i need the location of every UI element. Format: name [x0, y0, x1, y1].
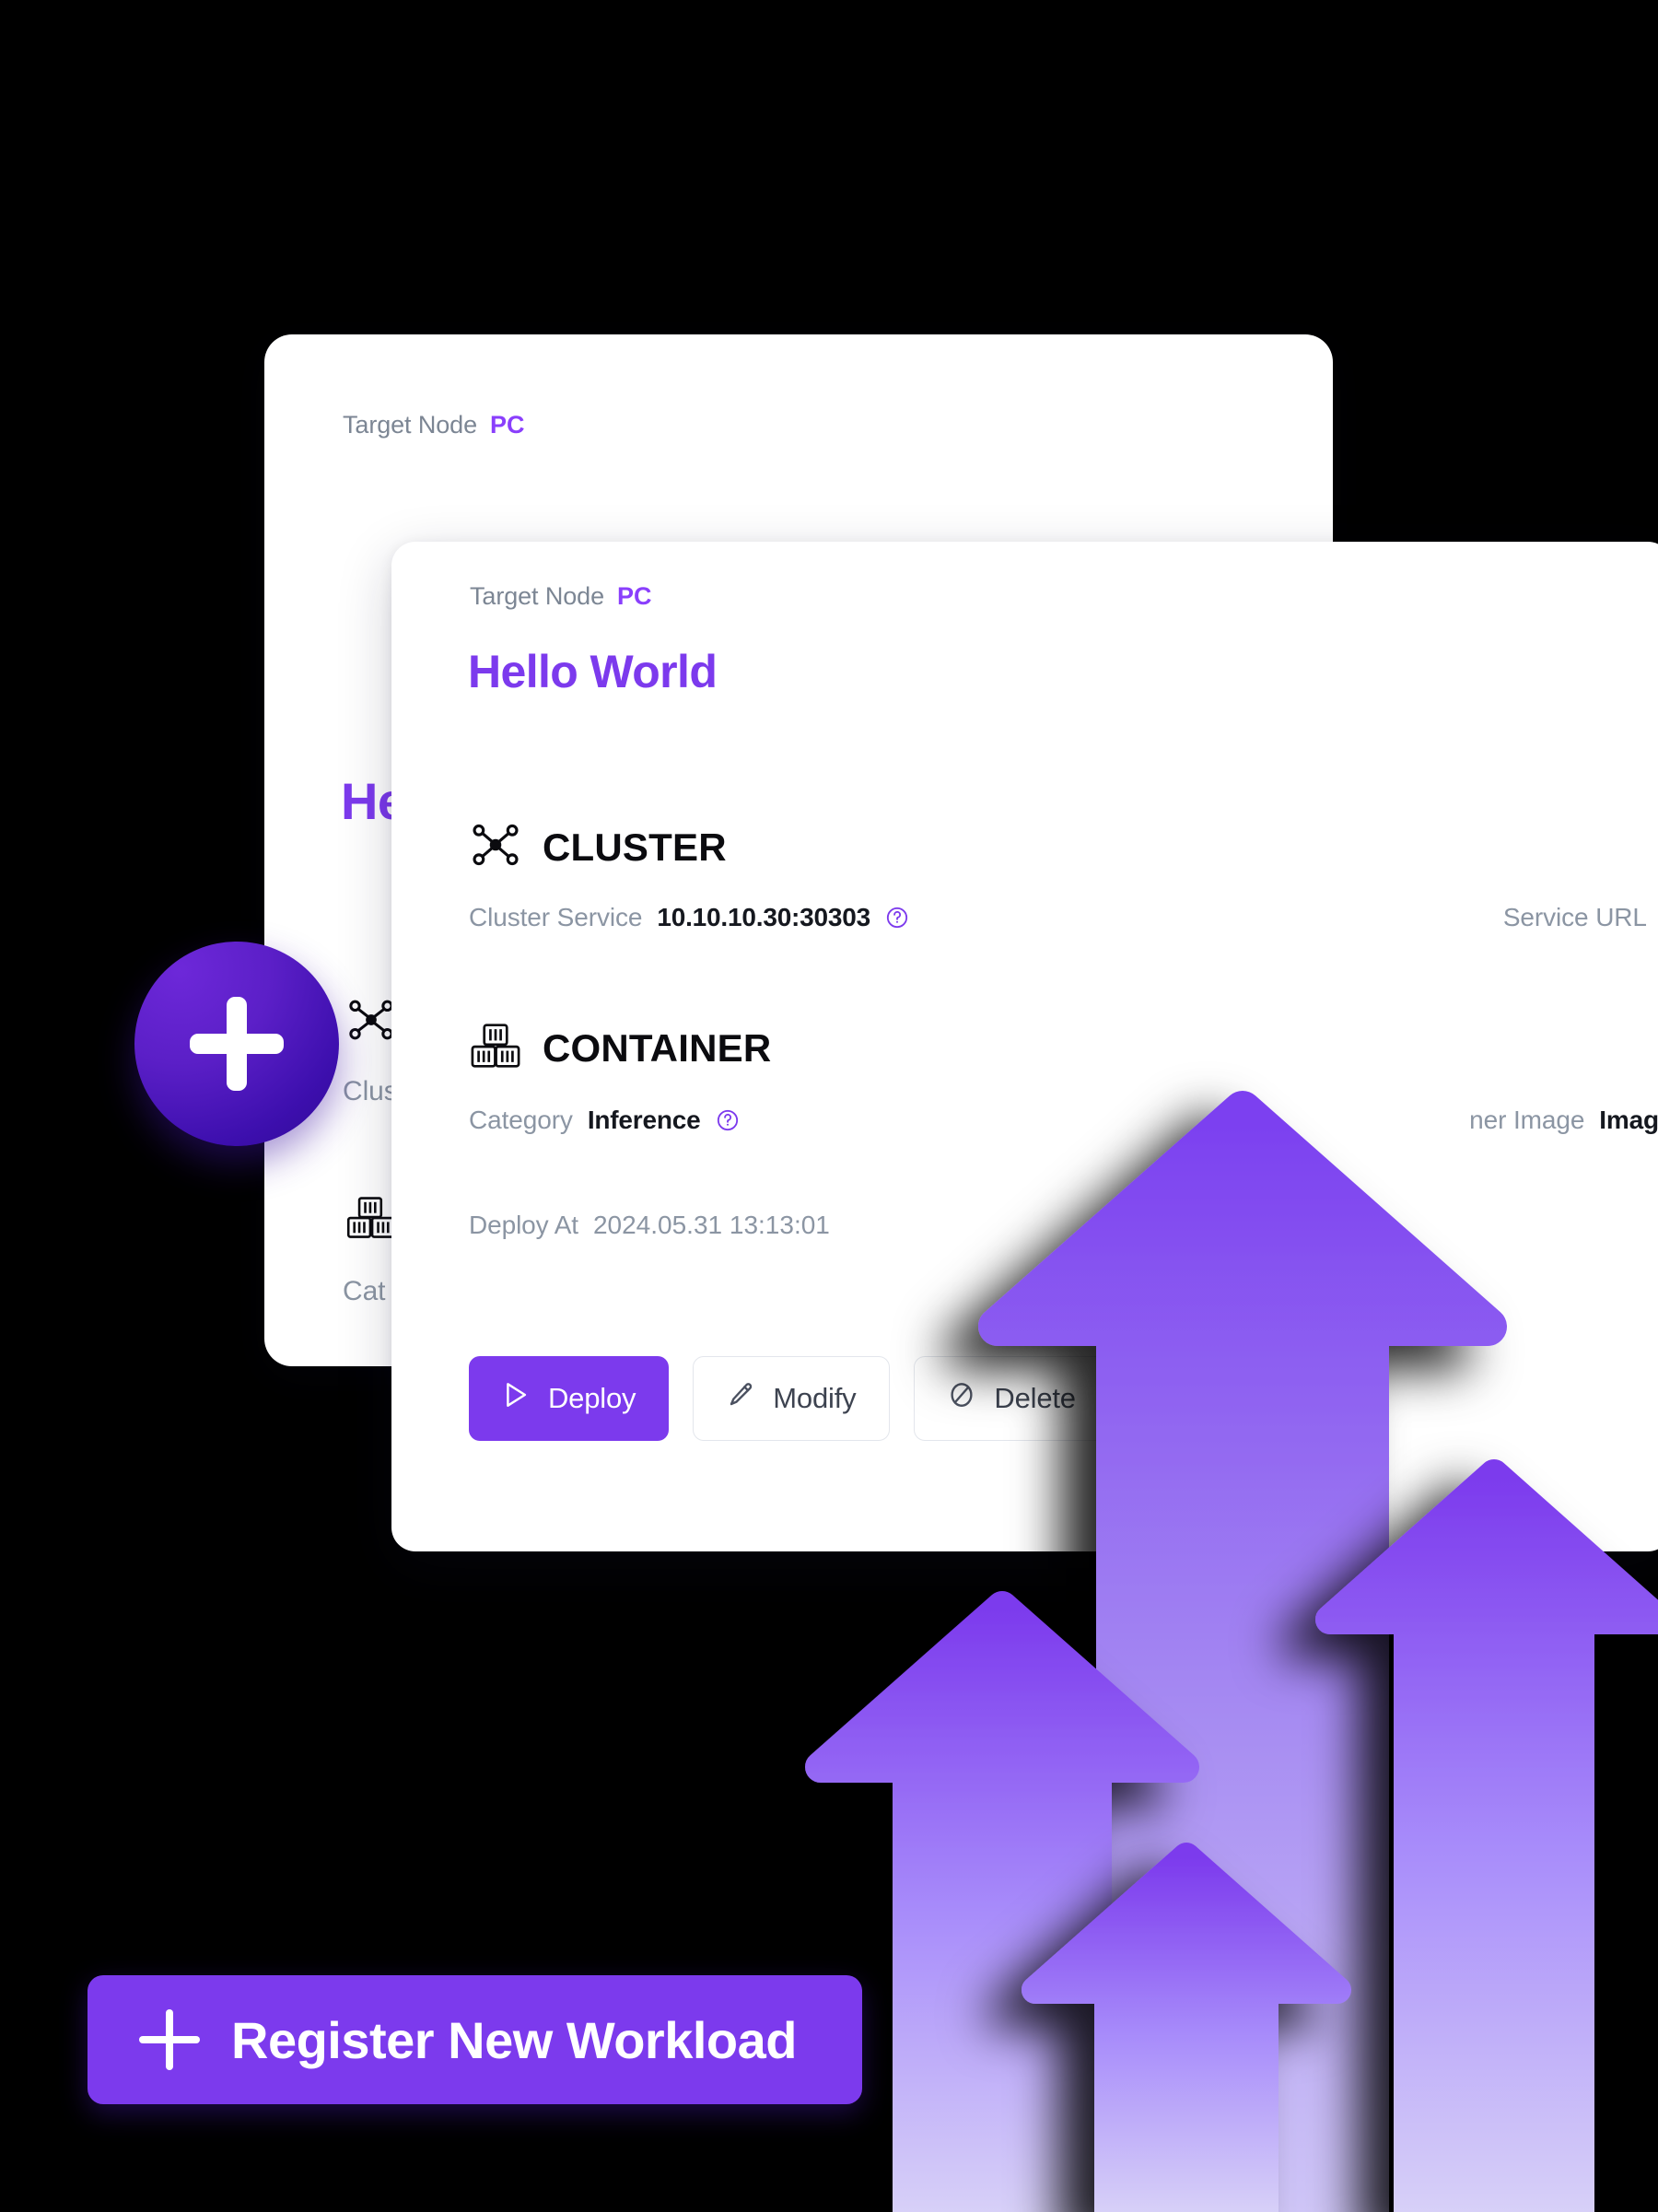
pencil-icon: [727, 1381, 754, 1416]
card-action-buttons: Deploy Modify Delete: [469, 1356, 1110, 1441]
back-target-node-row: Target Node PC: [343, 411, 525, 439]
front-target-node-value: PC: [617, 582, 652, 610]
deploy-button-label: Deploy: [548, 1382, 636, 1414]
container-image-value: Image/Web11: [1599, 1106, 1658, 1134]
category-value: Inference: [587, 1106, 701, 1134]
cluster-heading-text: CLUSTER: [543, 825, 727, 869]
container-heading-text: CONTAINER: [543, 1025, 772, 1070]
modify-button-label: Modify: [773, 1382, 857, 1414]
delete-button[interactable]: Delete: [914, 1356, 1110, 1441]
category-label: Category: [469, 1106, 573, 1134]
arrow-short-front: [1022, 1843, 1351, 2212]
front-card-title: Hello World: [468, 646, 718, 697]
cluster-service-field: Cluster Service 10.10.10.30:30303: [469, 903, 909, 932]
ban-circle-icon: [948, 1381, 975, 1416]
help-circle-icon[interactable]: [885, 906, 909, 930]
arrow-right: [1315, 1459, 1658, 2212]
register-new-workload-label: Register New Workload: [231, 2010, 797, 2069]
service-url-label: Service URL: [1502, 903, 1647, 931]
back-cluster-icon: [345, 994, 397, 1050]
container-image-field: ner Image Image/Web11: [1469, 1106, 1658, 1135]
back-container-icon: [345, 1193, 397, 1246]
back-target-node-value: PC: [490, 411, 525, 439]
modify-button[interactable]: Modify: [693, 1356, 891, 1441]
workload-card-front[interactable]: Target Node PC Hello World CLUSTER Clust…: [391, 542, 1658, 1551]
arrow-medium-left: [805, 1591, 1199, 2212]
help-circle-icon[interactable]: [716, 1108, 740, 1132]
cluster-service-value: 10.10.10.30:30303: [657, 903, 871, 931]
deploy-button[interactable]: Deploy: [469, 1356, 670, 1441]
cluster-section-heading: CLUSTER: [469, 818, 727, 876]
delete-button-label: Delete: [994, 1382, 1076, 1414]
deploy-at-label: Deploy At: [469, 1211, 578, 1239]
composition-stage: Target Node PC Hello World Clus: [0, 0, 1658, 2212]
cluster-network-icon: [469, 818, 522, 876]
front-target-node-row: Target Node PC: [470, 582, 652, 611]
add-workload-fab[interactable]: [134, 942, 339, 1146]
front-card-content: Target Node PC Hello World CLUSTER Clust…: [391, 542, 1658, 1551]
register-new-workload-button[interactable]: Register New Workload: [88, 1975, 862, 2104]
plus-icon: [190, 997, 284, 1091]
service-url-field: Service URL https://c: [1503, 903, 1658, 932]
plus-icon: [139, 2009, 200, 2070]
container-image-label: ner Image: [1469, 1106, 1585, 1134]
back-target-node-label: Target Node: [343, 411, 477, 439]
deploy-at-row: Deploy At 2024.05.31 13:13:01: [469, 1211, 830, 1240]
container-section-heading: CONTAINER: [469, 1021, 771, 1075]
category-field: Category Inference: [469, 1106, 740, 1135]
deploy-at-value: 2024.05.31 13:13:01: [592, 1211, 830, 1239]
play-triangle-icon: [502, 1380, 530, 1417]
front-target-node-label: Target Node: [470, 582, 604, 610]
back-cluster-service-label: Clus: [343, 1076, 398, 1106]
container-boxes-icon: [469, 1021, 522, 1075]
container-detail-row: Category Inference ner Image Image/Web11: [469, 1106, 1658, 1135]
cluster-detail-row: Cluster Service 10.10.10.30:30303 Servic…: [469, 903, 1658, 932]
cluster-service-label: Cluster Service: [469, 903, 643, 931]
back-category-label: Cat: [343, 1276, 386, 1306]
